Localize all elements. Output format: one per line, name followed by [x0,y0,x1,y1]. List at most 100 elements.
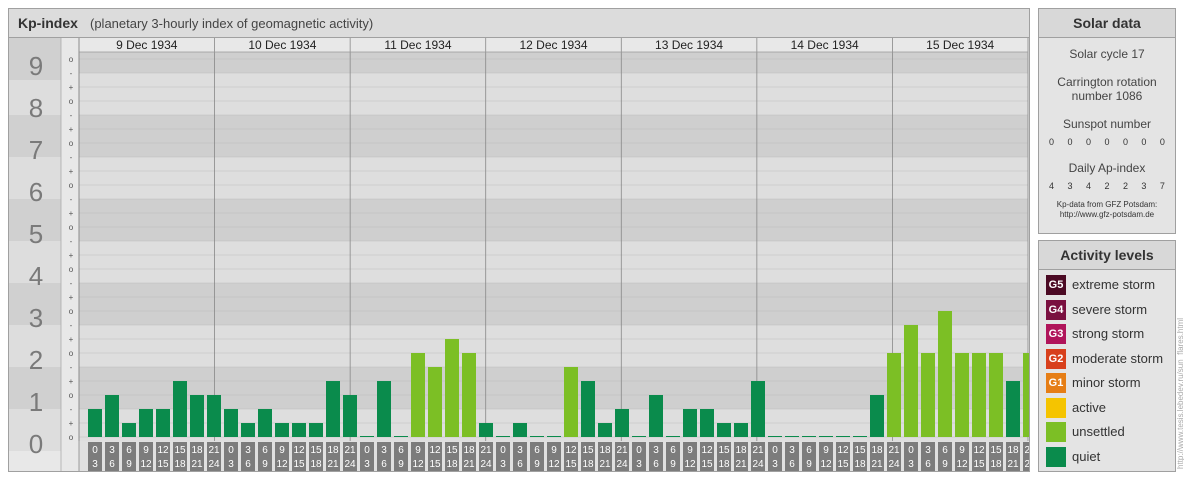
interval-end-label: 15 [837,459,849,470]
solar-data-title: Solar data [1039,9,1175,38]
y-minor-label: o [69,223,74,232]
interval-start-label: 21 [344,445,356,456]
y-tick-label: 0 [29,429,43,459]
interval-end-label: 24 [344,459,356,470]
kp-bar [173,381,187,437]
interval-end-label: 24 [888,459,900,470]
y-tick-label: 4 [29,261,43,291]
interval-start-label: 15 [446,445,458,456]
interval-start-label: 9 [415,445,421,456]
kp-index-panel: Kp-index (planetary 3-hourly index of ge… [8,8,1030,472]
legend-swatch [1046,422,1066,442]
interval-start-label: 21 [208,445,220,456]
legend-label: unsettled [1072,424,1125,439]
ap-index-value: 4 [1085,181,1091,191]
kp-bar [904,324,918,437]
interval-end-label: 9 [126,459,132,470]
y-minor-label: - [70,153,73,162]
data-source-label: Kp-data from GFZ Potsdam: [1056,200,1158,209]
legend-swatch: G4 [1046,299,1066,320]
interval-start-label: 0 [772,445,778,456]
kp-bar [462,353,476,437]
kp-bar [513,423,527,437]
kp-bar [207,395,221,437]
kp-bar [241,423,255,437]
interval-start-label: 15 [174,445,186,456]
interval-end-label: 21 [463,459,475,470]
legend-swatch: G1 [1046,373,1066,393]
y-tick-label: 5 [29,219,43,249]
kp-bar [547,436,561,437]
interval-start-label: 9 [551,445,557,456]
interval-start-label: 6 [262,445,268,456]
kp-bar [479,423,493,437]
interval-start-label: 15 [854,445,866,456]
interval-end-label: 9 [806,459,812,470]
solar-data-panel: Solar data Solar cycle 17 Carrington rot… [1038,8,1176,234]
interval-start-label: 0 [92,445,98,456]
interval-end-label: 3 [908,459,914,470]
y-minor-label: o [69,265,74,274]
interval-start-label: 3 [245,445,251,456]
kp-bar [632,436,646,437]
interval-start-label: 6 [806,445,812,456]
sunspot-title: Sunspot number [1062,117,1152,131]
interval-start-label: 3 [789,445,795,456]
interval-end-label: 21 [327,459,339,470]
interval-start-label: 12 [701,445,713,456]
solar-cycle: Solar cycle 17 [1069,47,1145,61]
interval-start-label: 12 [565,445,577,456]
y-tick-label: 6 [29,177,43,207]
day-label: 10 Dec 1934 [248,38,316,52]
plot-band [79,115,1028,157]
kp-bar [921,353,935,437]
interval-start-label: 12 [973,445,985,456]
kp-bar [989,353,1003,437]
plot-band [79,325,1028,367]
y-minor-label: o [69,139,74,148]
kp-bar [309,423,323,437]
y-minor-label: o [69,181,74,190]
y-minor-label: - [70,321,73,330]
interval-end-label: 9 [262,459,268,470]
interval-start-label: 18 [463,445,475,456]
kp-chart: 0123456789o+-o+-o+-o+-o+-o+-o+-o+-o+-o9 … [9,38,1029,471]
interval-end-label: 15 [157,459,169,470]
kp-bar [734,423,748,437]
interval-start-label: 6 [126,445,132,456]
interval-end-label: 6 [653,459,659,470]
legend-swatch: G2 [1046,348,1066,369]
y-tick-label: 3 [29,303,43,333]
kp-bar [955,353,969,437]
interval-end-label: 24 [616,459,628,470]
kp-bar [700,408,714,437]
interval-start-label: 12 [293,445,305,456]
interval-end-label: 6 [245,459,251,470]
kp-bar [853,436,867,437]
interval-end-label: 12 [684,459,696,470]
interval-start-label: 15 [310,445,322,456]
plot-band [79,367,1028,409]
legend-label: active [1072,399,1106,415]
kp-bar [819,436,833,437]
kp-bar [598,423,612,437]
data-source-link[interactable]: http://www.gfz-potsdam.de [1039,210,1175,220]
sunspot-values: 0 0 0 0 0 0 0 [1039,137,1175,147]
y-minor-label: + [69,125,74,134]
y-minor-label: + [69,419,74,428]
interval-end-label: 3 [228,459,234,470]
kp-bar [938,311,952,437]
legend-label: minor storm [1072,375,1141,390]
kp-bar [530,436,544,437]
y-tick-label: 8 [29,93,43,123]
interval-start-label: 9 [687,445,693,456]
interval-end-label: 18 [990,459,1002,470]
kp-bar [292,423,306,437]
y-minor-label: + [69,167,74,176]
interval-end-label: 12 [548,459,560,470]
ap-index-value: 2 [1122,181,1128,191]
kp-bar [258,408,272,437]
interval-end-label: 12 [956,459,968,470]
legend-swatch [1046,446,1066,467]
y-minor-label: + [69,293,74,302]
